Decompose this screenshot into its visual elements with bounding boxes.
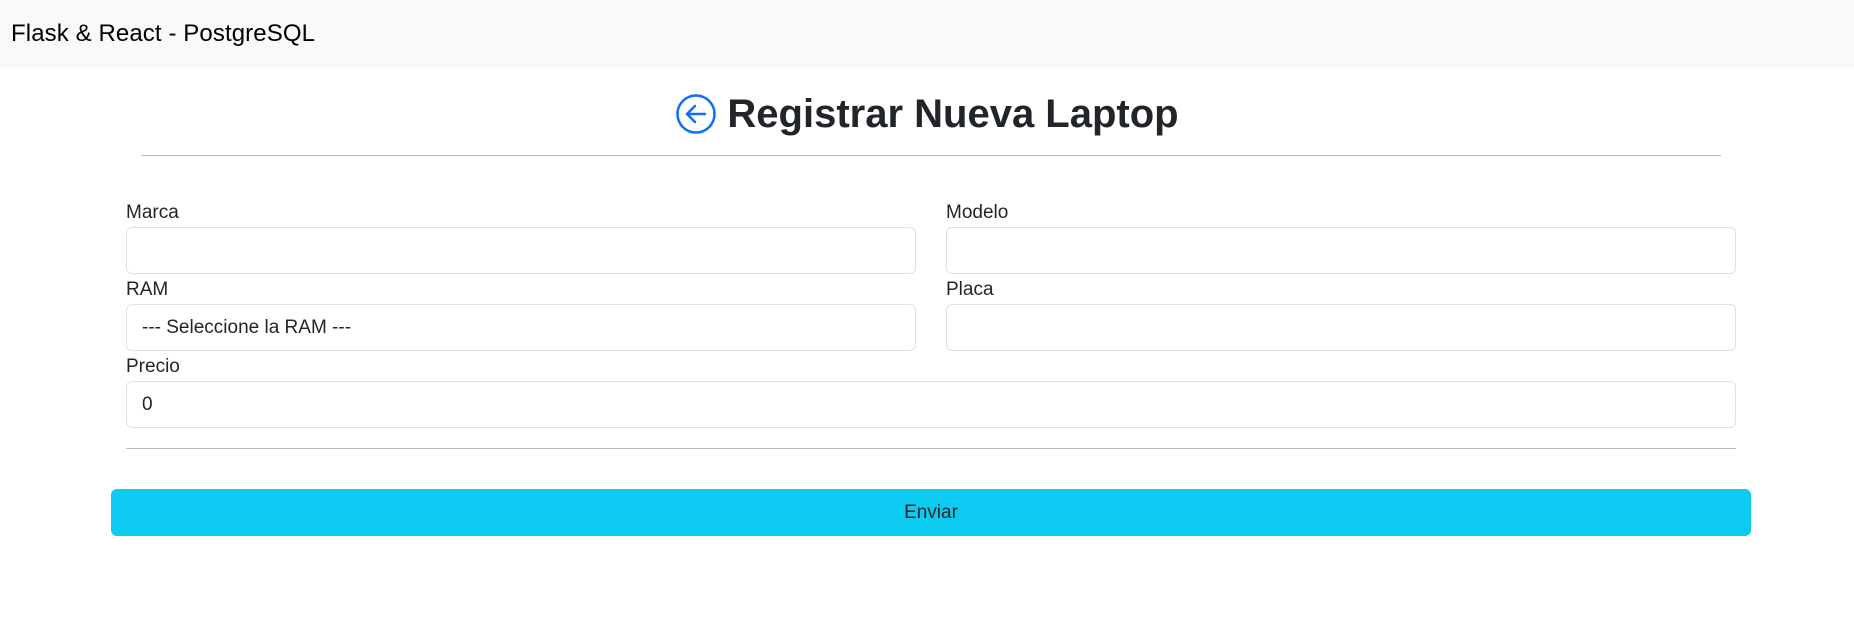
modelo-input[interactable] [946,227,1736,274]
ram-selected-value: --- Seleccione la RAM --- [142,316,352,338]
page-title: Registrar Nueva Laptop [727,91,1179,136]
form-divider [126,448,1736,449]
modelo-label: Modelo [946,202,1009,223]
placa-input[interactable] [946,304,1736,351]
marca-input[interactable] [126,227,916,274]
arrow-left-circle-icon[interactable] [675,93,717,135]
page-heading: Registrar Nueva Laptop [0,88,1854,140]
navbar-brand[interactable]: Flask & React - PostgreSQL [11,20,315,48]
ram-label: RAM [126,279,169,300]
title-divider [141,155,1721,156]
precio-input[interactable] [126,381,1736,428]
marca-label: Marca [126,202,179,223]
submit-button[interactable]: Enviar [111,489,1751,536]
navbar: Flask & React - PostgreSQL [0,0,1854,68]
placa-label: Placa [946,279,994,300]
precio-label: Precio [126,356,180,377]
ram-select[interactable]: --- Seleccione la RAM --- [126,304,916,351]
